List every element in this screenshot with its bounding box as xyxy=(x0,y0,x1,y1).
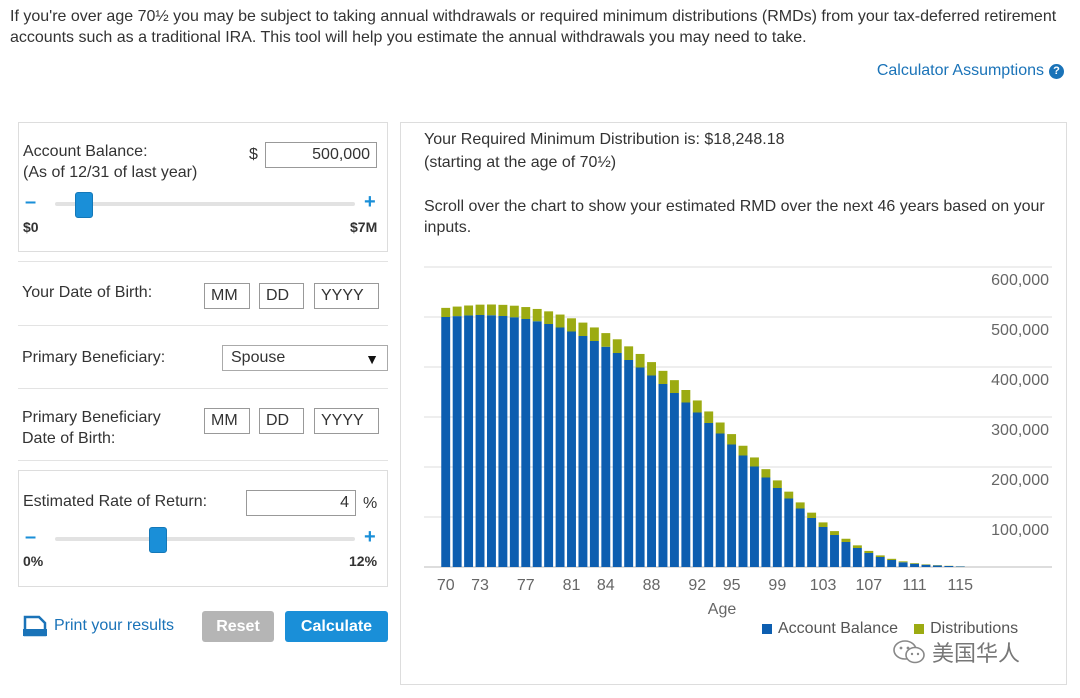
beneficiary-label: Primary Beneficiary: xyxy=(22,349,166,366)
beneficiary-dob-year-input[interactable]: YYYY xyxy=(314,408,379,434)
watermark: 美国华人 xyxy=(892,636,1020,668)
beneficiary-select[interactable]: Spouse ▼ xyxy=(222,345,388,371)
rate-label: Estimated Rate of Return: xyxy=(23,493,208,510)
rate-panel xyxy=(18,470,388,587)
rmd-start-age-text: (starting at the age of 70½) xyxy=(424,154,617,171)
beneficiary-dob-month-input[interactable]: MM xyxy=(204,408,250,434)
balance-min-label: $0 xyxy=(23,219,39,235)
legend-swatch-distributions xyxy=(914,624,925,634)
balance-plus-button[interactable]: + xyxy=(364,192,376,212)
rate-max-label: 12% xyxy=(349,553,378,569)
balance-slider-track[interactable] xyxy=(55,202,355,206)
calculate-button[interactable]: Calculate xyxy=(285,611,388,642)
dob-label: Your Date of Birth: xyxy=(22,284,153,301)
currency-symbol: $ xyxy=(249,146,258,163)
balance-max-label: $7M xyxy=(350,219,378,235)
calculator-assumptions-label: Calculator Assumptions xyxy=(876,62,1044,79)
divider xyxy=(18,388,388,389)
rate-min-label: 0% xyxy=(23,553,44,569)
balance-label: Account Balance: xyxy=(23,143,148,160)
beneficiary-dob-day-input[interactable]: DD xyxy=(259,408,304,434)
rate-minus-button[interactable]: – xyxy=(25,527,36,547)
help-icon: ? xyxy=(1049,63,1064,79)
intro-text: If you're over age 70½ you may be subjec… xyxy=(10,8,1057,46)
balance-minus-button[interactable]: – xyxy=(25,192,36,212)
rate-slider-thumb[interactable] xyxy=(148,527,167,553)
dropdown-arrow-icon: ▼ xyxy=(365,351,379,367)
balance-slider-thumb[interactable] xyxy=(75,192,94,218)
divider xyxy=(18,325,388,326)
calculator-assumptions-link[interactable]: Calculator Assumptions ? xyxy=(877,62,1064,80)
reset-button[interactable]: Reset xyxy=(202,611,274,642)
print-results-link[interactable]: Print your results xyxy=(22,614,174,638)
beneficiary-selected-value: Spouse xyxy=(231,349,286,366)
divider xyxy=(18,261,388,262)
balance-sublabel: (As of 12/31 of last year) xyxy=(23,164,198,181)
print-results-label: Print your results xyxy=(54,617,175,634)
print-icon xyxy=(23,615,47,637)
percent-symbol: % xyxy=(363,495,378,512)
rate-of-return-input[interactable]: 4 xyxy=(246,490,356,516)
account-balance-input[interactable]: 500,000 xyxy=(265,142,377,168)
watermark-text: 美国华人 xyxy=(932,641,1021,666)
legend-label-balance: Account Balance xyxy=(778,620,899,637)
dob-month-input[interactable]: MM xyxy=(204,283,250,309)
rate-slider-track[interactable] xyxy=(55,537,355,541)
rate-plus-button[interactable]: + xyxy=(364,527,376,547)
legend-swatch-balance xyxy=(762,624,772,634)
beneficiary-dob-label: Primary Beneficiary xyxy=(22,409,161,426)
chart-instructions: Scroll over the chart to show your estim… xyxy=(424,198,1045,236)
wechat-icon xyxy=(893,640,925,664)
dob-year-input[interactable]: YYYY xyxy=(314,283,379,309)
beneficiary-dob-sublabel: Date of Birth: xyxy=(22,430,116,447)
rmd-result-text: Your Required Minimum Distribution is: $… xyxy=(424,131,785,148)
divider xyxy=(18,460,388,461)
dob-day-input[interactable]: DD xyxy=(259,283,304,309)
